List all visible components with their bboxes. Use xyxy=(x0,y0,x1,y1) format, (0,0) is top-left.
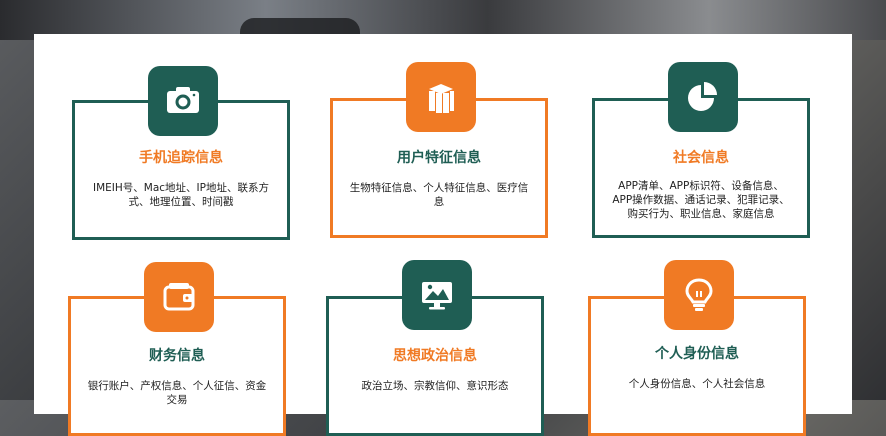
lightbulb-icon xyxy=(664,260,734,330)
wallet-icon xyxy=(144,262,214,332)
card-title: 社会信息 xyxy=(673,150,729,166)
card-title: 个人身份信息 xyxy=(655,346,739,362)
card-desc: 个人身份信息、个人社会信息 xyxy=(628,378,766,390)
card-desc: 银行账户、产权信息、个人征信、资金交易 xyxy=(87,380,267,406)
monitor-icon xyxy=(402,260,472,330)
card-desc: IMEIH号、Mac地址、IP地址、联系方式、地理位置、时间戳 xyxy=(93,182,269,208)
card-title: 用户特征信息 xyxy=(397,150,481,166)
card-title: 手机追踪信息 xyxy=(139,150,223,166)
card-desc: APP清单、APP标识符、设备信息、APP操作数据、通话记录、犯罪记录、购买行为… xyxy=(612,180,790,220)
card-desc: 生物特征信息、个人特征信息、医疗信息 xyxy=(349,182,529,208)
pie-chart-icon xyxy=(668,62,738,132)
card-title: 思想政治信息 xyxy=(393,348,477,364)
camera-icon xyxy=(148,66,218,136)
card-desc: 政治立场、宗教信仰、意识形态 xyxy=(361,380,509,392)
slide: 手机追踪信息 IMEIH号、Mac地址、IP地址、联系方式、地理位置、时间戳 用… xyxy=(34,34,852,436)
books-icon xyxy=(406,62,476,132)
card-title: 财务信息 xyxy=(149,348,205,364)
